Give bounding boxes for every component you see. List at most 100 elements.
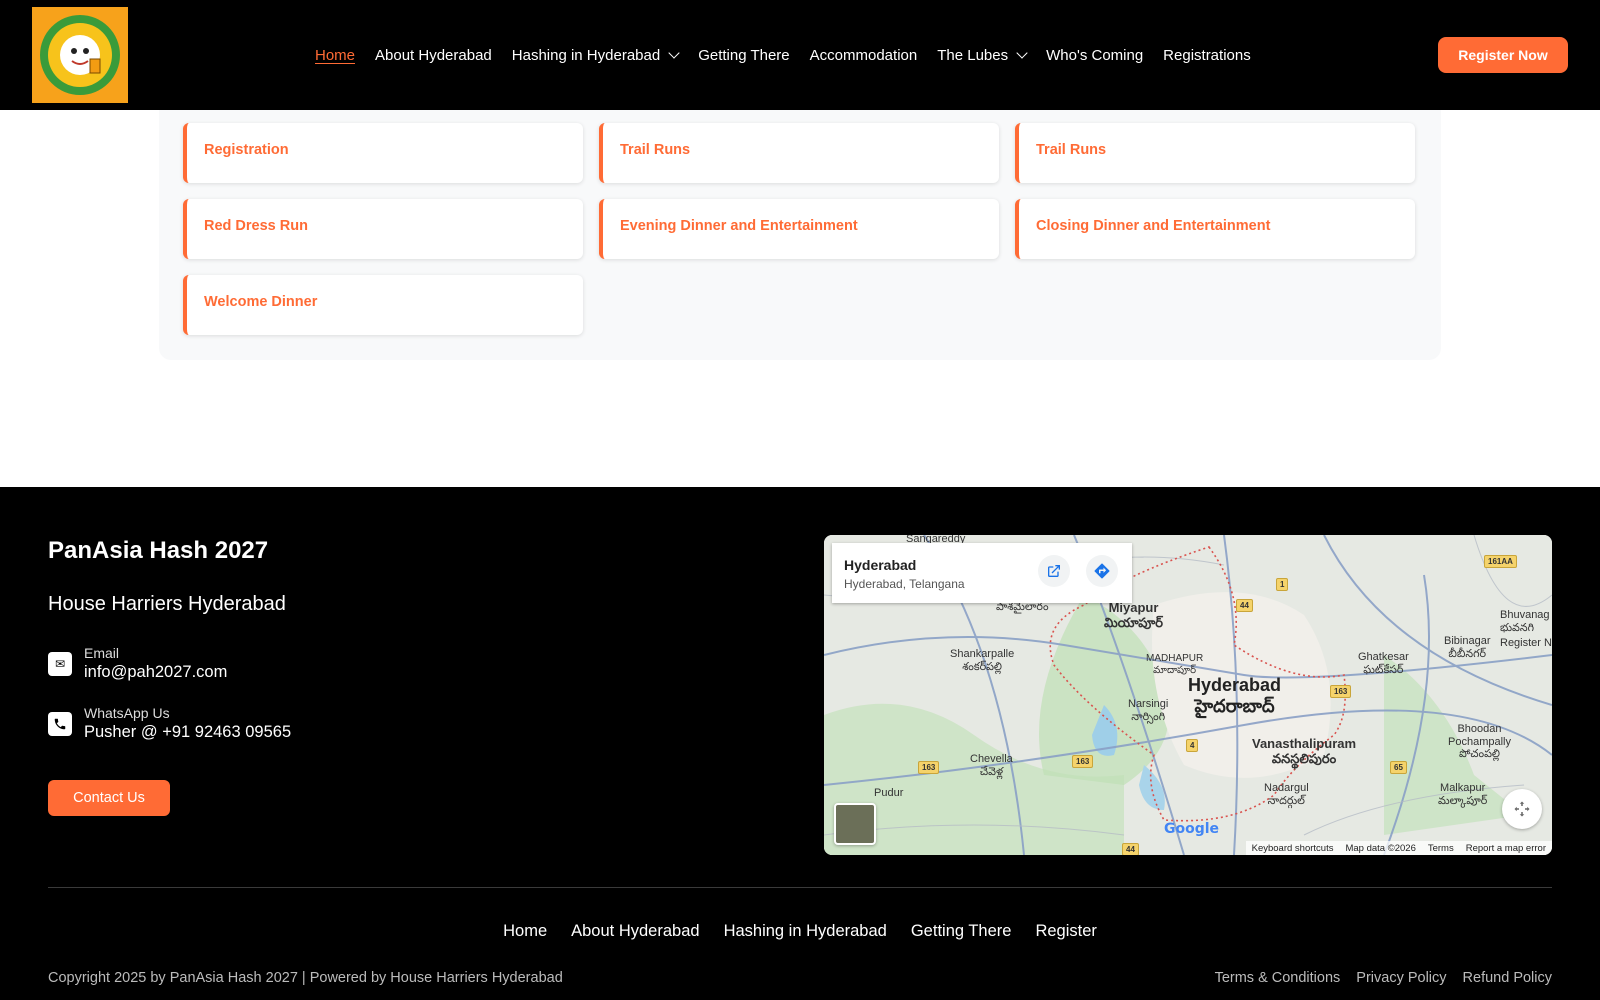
envelope-icon: ✉ <box>48 651 72 676</box>
nav-item-label: Registrations <box>1163 46 1251 64</box>
map-label-narsingi: Narsingi నార్సింగి <box>1128 698 1169 723</box>
whatsapp-contact: WhatsApp Us Pusher @ +91 92463 09565 <box>48 705 291 742</box>
map-label-miyapur: Miyapur మియాపూర్ <box>1104 600 1163 630</box>
google-map[interactable]: Sangareddy పాశమైలారం Miyapur మియాపూర్ Sh… <box>824 535 1552 855</box>
refund-policy-link[interactable]: Refund Policy <box>1463 970 1552 986</box>
privacy-policy-link[interactable]: Privacy Policy <box>1356 970 1446 986</box>
road-shield: 65 <box>1390 761 1407 774</box>
event-card-trail-runs-2[interactable]: Trail Runs <box>1015 123 1415 183</box>
nav-item-registrations[interactable]: Registrations <box>1163 47 1251 64</box>
footer-divider <box>48 887 1552 888</box>
map-label-bhoodan-pochampally: Bhoodan Pochampally పోచంపల్లి <box>1448 723 1511 761</box>
event-card-closing-dinner[interactable]: Closing Dinner and Entertainment <box>1015 199 1415 259</box>
event-card-welcome-dinner[interactable]: Welcome Dinner <box>183 275 583 335</box>
logo-emblem-icon <box>40 15 120 95</box>
road-shield: 44 <box>1236 599 1253 612</box>
terms-conditions-link[interactable]: Terms & Conditions <box>1215 970 1341 986</box>
map-place-card: Hyderabad Hyderabad, Telangana <box>832 543 1132 603</box>
nav-item-the-lubes[interactable]: The Lubes <box>937 46 1028 64</box>
fullscreen-icon <box>1514 801 1530 817</box>
nav-item-label: Home <box>315 46 356 64</box>
event-card-title: Trail Runs <box>620 142 691 158</box>
event-card-title: Trail Runs <box>1036 142 1107 158</box>
event-card-title: Registration <box>204 142 289 158</box>
email-contact: ✉ Email info@pah2027.com <box>48 645 227 682</box>
nav-item-label: Getting There <box>698 46 790 64</box>
fullscreen-button[interactable] <box>1502 789 1542 829</box>
road-shield: 163 <box>1330 685 1352 698</box>
external-link-icon <box>1048 565 1060 577</box>
email-value[interactable]: info@pah2027.com <box>84 663 227 682</box>
legal-links: Terms & Conditions Privacy Policy Refund… <box>1215 970 1552 986</box>
contact-us-button[interactable]: Contact Us <box>48 780 170 816</box>
event-card-registration[interactable]: Registration <box>183 123 583 183</box>
event-card-title: Closing Dinner and Entertainment <box>1036 218 1271 234</box>
map-place-subtitle: Hyderabad, Telangana <box>844 577 965 591</box>
nav-item-hashing-in-hyderabad[interactable]: Hashing in Hyderabad <box>511 46 680 64</box>
whatsapp-value[interactable]: Pusher @ +91 92463 09565 <box>84 723 291 742</box>
map-label-bibinagar: Bibinagar బీబీనగర్ <box>1444 635 1491 660</box>
map-label-shankarpalle: Shankarpalle శంకర్‌పల్లి <box>950 648 1015 673</box>
phone-icon <box>48 711 72 736</box>
map-label-bhuvanagiri: Bhuvanag భువనగి <box>1500 609 1550 634</box>
road-shield: 163 <box>918 761 940 774</box>
map-attribution: Keyboard shortcuts Map data ©2026 Terms … <box>1245 841 1552 855</box>
nav-item-label: Who's Coming <box>1046 46 1144 64</box>
road-shield: 163 <box>1072 755 1094 768</box>
nav-item-getting-there[interactable]: Getting There <box>698 47 789 64</box>
event-card-red-dress-run[interactable]: Red Dress Run <box>183 199 583 259</box>
map-terms-link[interactable]: Terms <box>1428 843 1454 854</box>
site-logo[interactable] <box>32 7 128 103</box>
road-shield: 44 <box>1122 843 1139 855</box>
map-label-hyderabad: Hyderabad హైదరాబాద్ <box>1188 675 1282 716</box>
copyright-text: Copyright 2025 by PanAsia Hash 2027 | Po… <box>48 970 563 986</box>
event-card-evening-dinner[interactable]: Evening Dinner and Entertainment <box>599 199 999 259</box>
nav-item-label: The Lubes <box>937 46 1009 64</box>
event-card-title: Evening Dinner and Entertainment <box>620 218 858 234</box>
footer-link-register[interactable]: Register <box>1035 922 1096 941</box>
site-header: Home About Hyderabad Hashing in Hyderaba… <box>0 0 1600 110</box>
site-footer: PanAsia Hash 2027 House Harriers Hyderab… <box>0 487 1600 1000</box>
nav-item-label: Hashing in Hyderabad <box>511 46 661 64</box>
map-label-vanasthalipuram: Vanasthalipuram వనస్థలిపురం <box>1252 736 1357 766</box>
map-data-text: Map data ©2026 <box>1345 842 1416 854</box>
event-card-trail-runs[interactable]: Trail Runs <box>599 123 999 183</box>
map-label-madhapur: MADHAPUR మాదాపూర్ <box>1146 653 1204 676</box>
directions-button[interactable] <box>1086 555 1118 587</box>
nav-item-about-hyderabad[interactable]: About Hyderabad <box>375 47 492 64</box>
chevron-down-icon <box>668 47 680 59</box>
map-place-title: Hyderabad <box>844 557 917 573</box>
satellite-toggle-button[interactable] <box>834 803 876 845</box>
footer-link-home[interactable]: Home <box>503 922 547 941</box>
footer-subtitle: House Harriers Hyderabad <box>48 593 286 615</box>
google-logo: Google <box>1164 821 1220 837</box>
road-shield: 1 <box>1276 578 1289 591</box>
footer-link-getting-there[interactable]: Getting There <box>911 922 1012 941</box>
main-nav: Home About Hyderabad Hashing in Hyderaba… <box>315 0 1251 110</box>
footer-nav: Home About Hyderabad Hashing in Hyderaba… <box>0 922 1600 941</box>
footer-link-hashing-in-hyderabad[interactable]: Hashing in Hyderabad <box>724 922 887 941</box>
chevron-down-icon <box>1016 47 1028 59</box>
nav-item-label: About Hyderabad <box>375 46 492 64</box>
map-label-malkapur: Malkapur మల్కాపూర్ <box>1438 782 1488 807</box>
directions-icon <box>1094 563 1110 579</box>
map-label-register-no: Register No <box>1500 637 1552 649</box>
open-in-maps-button[interactable] <box>1038 555 1070 587</box>
map-label-pudur: Pudur <box>874 787 904 799</box>
events-panel: Registration Trail Runs Trail Runs Red D… <box>159 110 1441 360</box>
email-label: Email <box>84 645 120 661</box>
nav-item-accommodation[interactable]: Accommodation <box>810 47 918 64</box>
keyboard-shortcuts-link[interactable]: Keyboard shortcuts <box>1252 843 1334 854</box>
event-card-title: Red Dress Run <box>204 218 308 234</box>
footer-link-about-hyderabad[interactable]: About Hyderabad <box>571 922 699 941</box>
nav-item-whos-coming[interactable]: Who's Coming <box>1046 47 1143 64</box>
whatsapp-label: WhatsApp Us <box>84 705 170 721</box>
map-label-ghatkesar: Ghatkesar ఘట్‌కేసర్ <box>1358 651 1409 676</box>
nav-item-label: Accommodation <box>809 46 918 64</box>
register-now-button[interactable]: Register Now <box>1438 37 1568 73</box>
nav-item-home[interactable]: Home <box>315 47 355 64</box>
map-label-nadargul: Nadargul నాదర్గుల్ <box>1264 782 1309 807</box>
report-map-error-link[interactable]: Report a map error <box>1466 843 1546 854</box>
map-label-chevella: Chevella చేవెళ్ల <box>970 753 1013 778</box>
event-card-title: Welcome Dinner <box>204 294 318 310</box>
